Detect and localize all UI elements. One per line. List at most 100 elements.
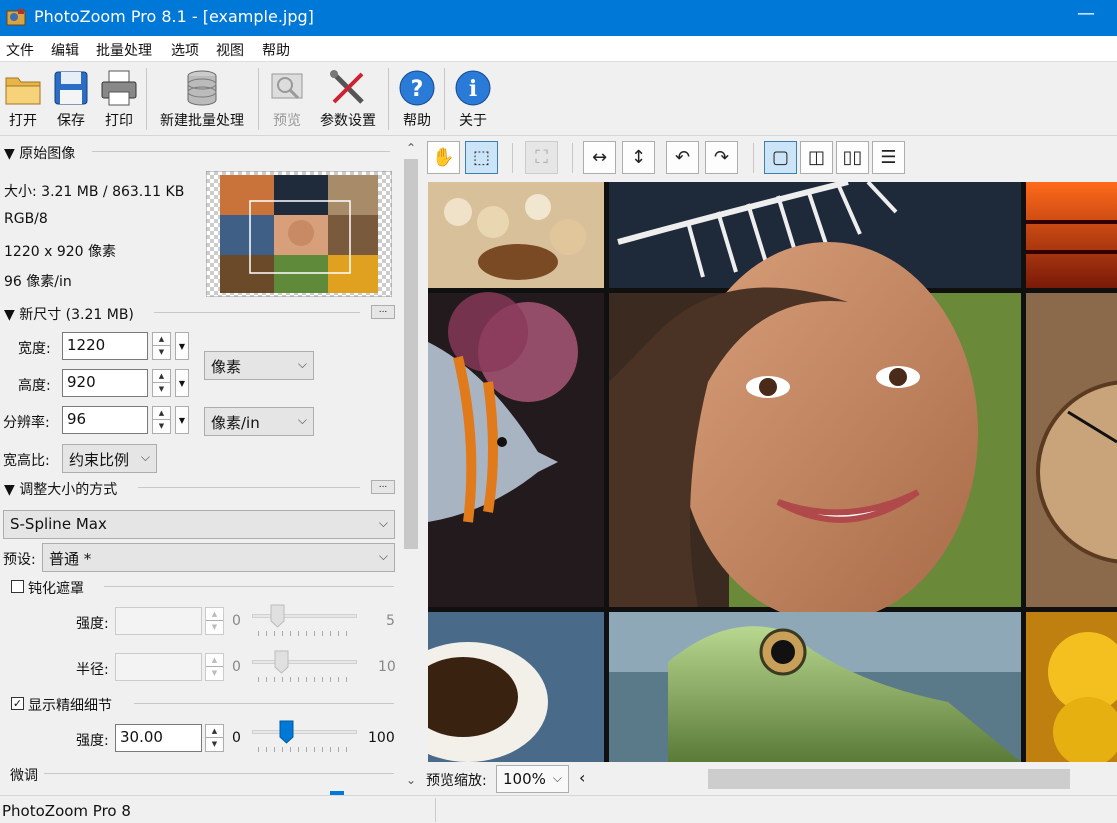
floppy-icon <box>54 71 88 105</box>
settings-panel: ▼ 原始图像 大小: 3.21 MB / 863.11 KB RGB/8 122… <box>0 137 400 795</box>
preview-canvas[interactable] <box>428 182 1117 762</box>
aspect-label: 宽高比: <box>3 453 50 469</box>
toolbar-separator <box>512 143 513 173</box>
preview-button[interactable]: 预览 <box>264 62 310 134</box>
unsharp-checkbox[interactable] <box>11 580 24 593</box>
unsharp-strength-slider[interactable] <box>252 614 357 618</box>
fine-detail-max: 100 <box>368 730 395 746</box>
unsharp-strength-spinner[interactable]: ▲ ▼ <box>205 607 224 635</box>
unsharp-radius-max: 10 <box>378 659 396 675</box>
tweak-header[interactable]: 微调 <box>10 765 38 785</box>
fine-detail-checkbox[interactable]: ✓ <box>11 697 24 710</box>
unsharp-strength-thumb[interactable] <box>270 604 285 628</box>
width-dropdown-arrow[interactable]: ▼ <box>175 332 189 360</box>
unsharp-strength-input[interactable] <box>115 607 202 635</box>
fit-height-icon[interactable]: ↕ <box>622 141 655 174</box>
menu-view[interactable]: 视图 <box>216 40 244 60</box>
help-button[interactable]: ? 帮助 <box>394 62 440 134</box>
zoom-bar: 预览缩放: 100% ⌵ ‹ <box>422 762 1117 795</box>
height-dropdown-arrow[interactable]: ▼ <box>175 369 189 397</box>
chevron-down-icon: ⌵ <box>297 357 307 371</box>
width-input[interactable]: 1220 <box>62 332 148 360</box>
fine-detail-strength-spinner[interactable]: ▲ ▼ <box>205 724 224 752</box>
method-select[interactable]: S-Spline Max ⌵ <box>3 510 395 539</box>
divider <box>134 703 394 704</box>
folder-icon <box>5 77 41 105</box>
unsharp-radius-input[interactable] <box>115 653 202 681</box>
scroll-up-icon[interactable]: ⌃ <box>400 141 422 155</box>
preset-select[interactable]: 普通 * ⌵ <box>42 543 395 572</box>
horizontal-scroll-thumb[interactable] <box>708 769 1070 789</box>
settings-button[interactable]: 参数设置 <box>314 62 382 134</box>
save-button[interactable]: 保存 <box>48 62 94 134</box>
menu-options[interactable]: 选项 <box>171 40 199 60</box>
tile-coffee <box>428 612 604 762</box>
window-title: PhotoZoom Pro 8.1 - [example.jpg] <box>34 7 314 26</box>
chevron-down-icon: ⌵ <box>140 450 150 464</box>
height-spinner[interactable]: ▲ ▼ <box>152 369 171 397</box>
settings-scrollbar[interactable]: ⌃ ⌄ <box>400 137 422 795</box>
toolbar-separator <box>146 68 147 130</box>
toolbar-separator <box>258 68 259 130</box>
fine-detail-strength-input[interactable]: 30.00 <box>115 724 202 752</box>
original-image-header[interactable]: ▼ 原始图像 <box>4 143 75 163</box>
resize-more-button[interactable]: ... <box>371 480 395 494</box>
slider-ticks <box>258 631 354 636</box>
tile-clock <box>1026 293 1117 607</box>
tile-coral-fish <box>428 292 604 607</box>
resize-method-header[interactable]: ▼ 调整大小的方式 <box>4 479 117 499</box>
resolution-label: 分辨率: <box>3 415 50 431</box>
fit-width-icon[interactable]: ↔ <box>583 141 616 174</box>
scroll-thumb[interactable] <box>404 159 418 549</box>
navigator-thumbnail[interactable] <box>206 171 392 297</box>
status-divider <box>435 798 436 822</box>
unsharp-radius-thumb[interactable] <box>274 650 289 674</box>
scroll-down-icon[interactable]: ⌄ <box>400 773 422 787</box>
tools-icon <box>330 70 364 104</box>
width-spinner[interactable]: ▲ ▼ <box>152 332 171 360</box>
unsharp-radius-min: 0 <box>232 659 241 675</box>
original-size: 大小: 3.21 MB / 863.11 KB <box>4 184 185 200</box>
new-size-header[interactable]: ▼ 新尺寸 (3.21 MB) <box>4 304 134 324</box>
resolution-unit-select[interactable]: 像素/in ⌵ <box>204 407 314 436</box>
menu-batch[interactable]: 批量处理 <box>96 40 152 60</box>
zoom-label: 预览缩放: <box>426 773 487 789</box>
crop-icon[interactable]: ⛶ <box>525 141 558 174</box>
side-by-side-icon[interactable]: ▯▯ <box>836 141 869 174</box>
new-size-more-button[interactable]: ... <box>371 305 395 319</box>
about-button[interactable]: i 关于 <box>450 62 496 134</box>
stacked-view-icon[interactable]: ☰ <box>872 141 905 174</box>
new-batch-button[interactable]: 新建批量处理 <box>152 62 252 134</box>
menu-file[interactable]: 文件 <box>6 40 34 60</box>
height-input[interactable]: 920 <box>62 369 148 397</box>
rotate-right-icon[interactable]: ↷ <box>705 141 738 174</box>
fine-detail-label: 显示精细细节 <box>28 698 112 714</box>
preview-icon <box>271 73 303 100</box>
menu-edit[interactable]: 编辑 <box>51 40 79 60</box>
divider <box>104 586 394 587</box>
select-icon[interactable]: ⬚ <box>465 141 498 174</box>
aspect-select[interactable]: 约束比例 ⌵ <box>62 444 157 473</box>
fine-detail-slider[interactable] <box>252 730 357 734</box>
open-button[interactable]: 打开 <box>0 62 46 134</box>
minimize-icon[interactable]: — <box>1076 3 1096 31</box>
resolution-spinner[interactable]: ▲ ▼ <box>152 406 171 434</box>
print-button[interactable]: 打印 <box>96 62 142 134</box>
rotate-left-icon[interactable]: ↶ <box>666 141 699 174</box>
chevron-down-icon: ⌵ <box>378 516 388 530</box>
size-unit-select[interactable]: 像素 ⌵ <box>204 351 314 380</box>
fine-detail-thumb[interactable] <box>279 720 294 744</box>
scroll-left-icon[interactable]: ‹ <box>579 768 585 787</box>
zoom-select[interactable]: 100% ⌵ <box>496 765 569 793</box>
menu-help[interactable]: 帮助 <box>262 40 290 60</box>
split-view-icon[interactable]: ◫ <box>800 141 833 174</box>
unsharp-radius-slider[interactable] <box>252 660 357 664</box>
hand-icon[interactable]: ✋ <box>427 141 460 174</box>
single-view-icon[interactable]: ▢ <box>764 141 797 174</box>
unsharp-radius-spinner[interactable]: ▲ ▼ <box>205 653 224 681</box>
resolution-input[interactable]: 96 <box>62 406 148 434</box>
toolbar-separator <box>388 68 389 130</box>
resolution-dropdown-arrow[interactable]: ▼ <box>175 406 189 434</box>
unsharp-radius-label: 半径: <box>76 662 109 678</box>
toolbar-separator <box>444 68 445 130</box>
